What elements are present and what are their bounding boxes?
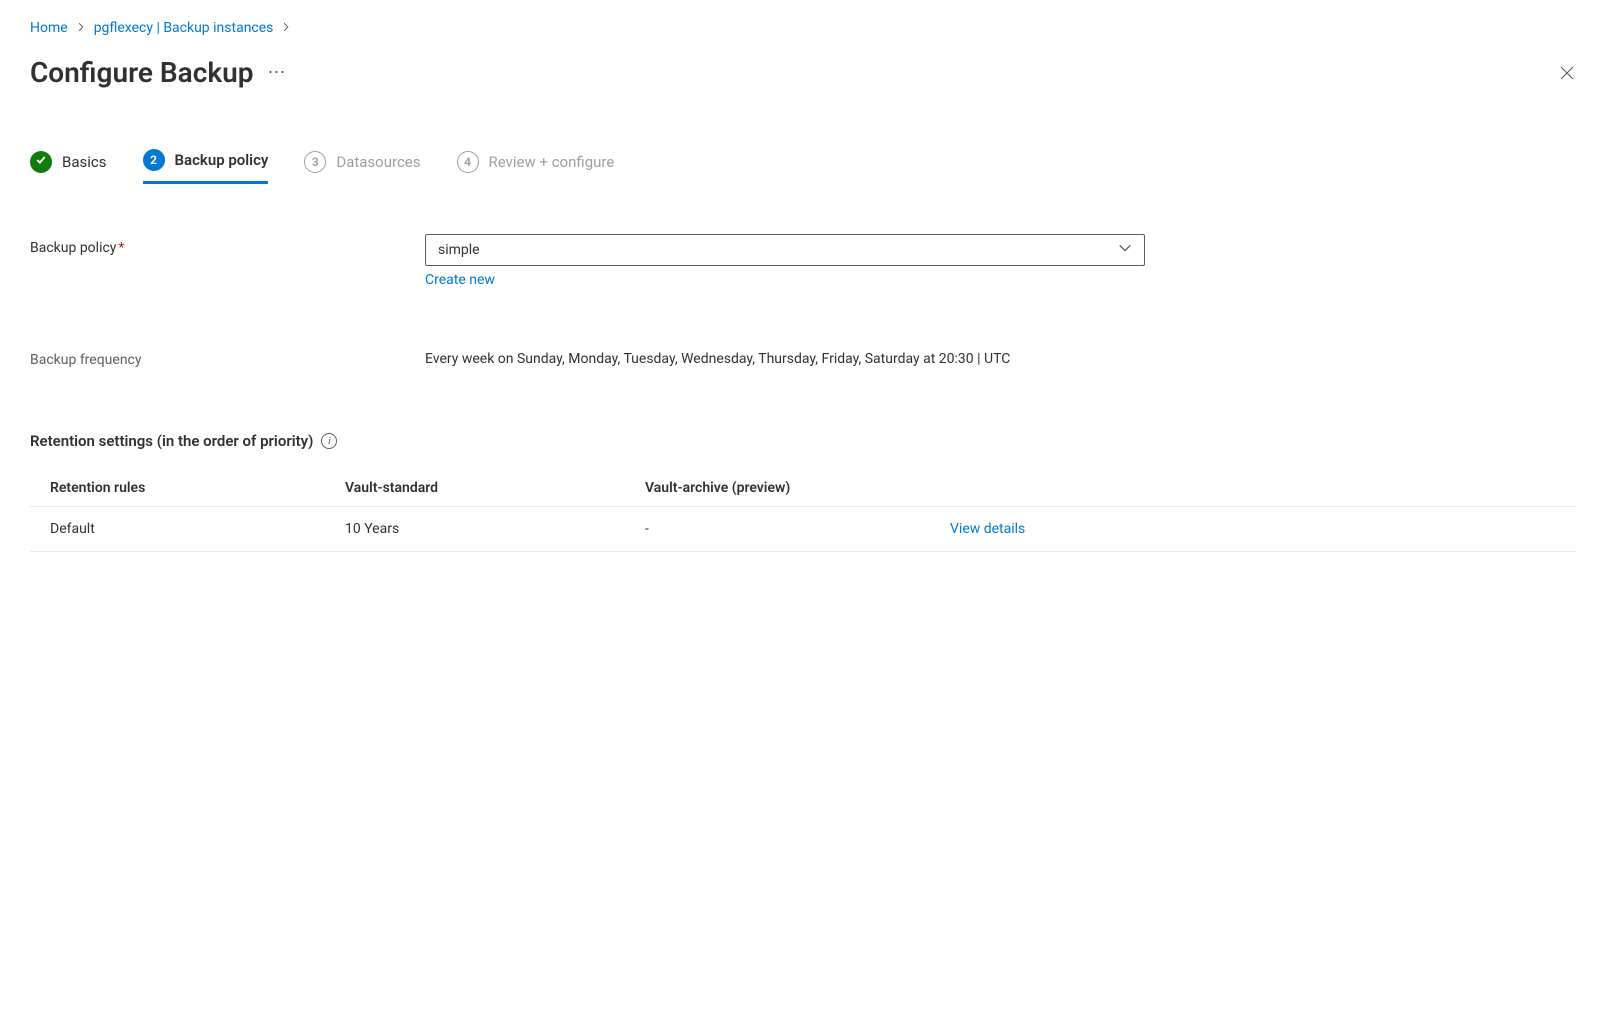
chevron-right-icon [281,20,291,36]
step-label: Backup policy [175,151,269,169]
backup-frequency-label: Backup frequency [30,346,425,368]
chevron-right-icon [76,20,86,36]
retention-table: Retention rules Vault-standard Vault-arc… [30,470,1576,552]
page-header: Configure Backup ⋯ [30,56,1576,89]
col-header-action [950,480,1556,496]
step-label: Datasources [336,153,420,171]
close-button[interactable] [1558,64,1576,82]
cell-archive: - [645,521,950,537]
cell-standard: 10 Years [345,521,645,537]
backup-policy-select[interactable]: simple [425,234,1145,266]
retention-section-title: Retention settings (in the order of prio… [30,432,313,450]
chevron-down-icon [1118,241,1132,259]
table-header: Retention rules Vault-standard Vault-arc… [30,470,1576,507]
step-review[interactable]: 4 Review + configure [457,151,615,183]
step-label: Review + configure [489,153,615,171]
create-new-link[interactable]: Create new [425,272,495,288]
col-header-rules: Retention rules [50,480,345,496]
col-header-standard: Vault-standard [345,480,645,496]
more-icon[interactable]: ⋯ [267,62,286,83]
page-title: Configure Backup [30,56,253,89]
breadcrumb-parent[interactable]: pgflexecy | Backup instances [94,20,274,36]
step-datasources[interactable]: 3 Datasources [304,151,420,183]
info-icon[interactable]: i [321,433,337,449]
view-details-link[interactable]: View details [950,521,1025,537]
step-number-icon: 2 [143,149,165,171]
select-value: simple [438,242,480,258]
breadcrumb: Home pgflexecy | Backup instances [30,20,1576,36]
table-row: Default 10 Years - View details [30,507,1576,552]
check-icon [30,151,52,173]
backup-frequency-value: Every week on Sunday, Monday, Tuesday, W… [425,346,1145,372]
wizard-steps: Basics 2 Backup policy 3 Datasources 4 R… [30,149,1576,184]
step-label: Basics [62,153,107,171]
step-number-icon: 4 [457,151,479,173]
breadcrumb-home[interactable]: Home [30,20,68,36]
col-header-archive: Vault-archive (preview) [645,480,950,496]
step-backup-policy[interactable]: 2 Backup policy [143,149,269,184]
step-basics[interactable]: Basics [30,151,107,183]
backup-policy-label: Backup policy* [30,234,425,256]
step-number-icon: 3 [304,151,326,173]
cell-rules: Default [50,521,345,537]
